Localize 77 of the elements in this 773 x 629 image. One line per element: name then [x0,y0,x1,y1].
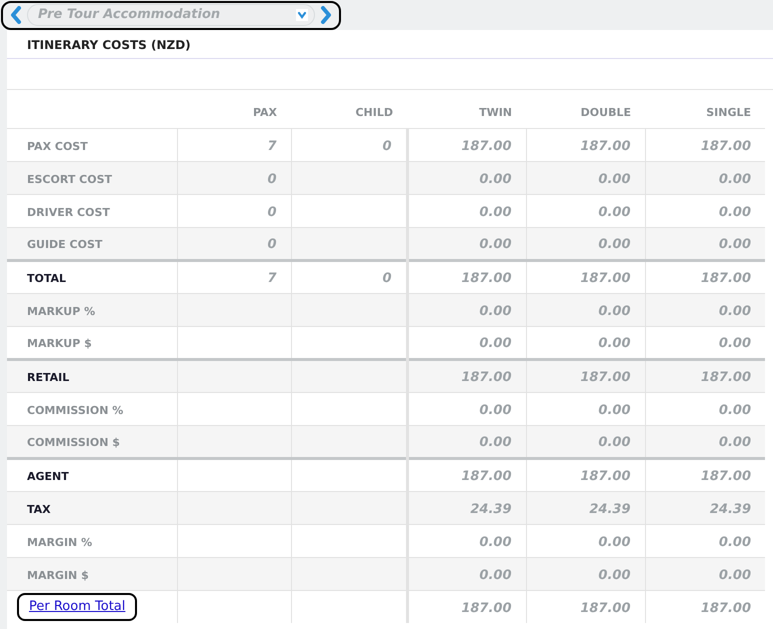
value-cell: 0.00 [598,568,630,582]
row-label: MARGIN $ [27,568,89,582]
section-title: ITINERARY COSTS (NZD) [27,37,191,54]
row-label: GUIDE COST [27,238,102,251]
row-label: PAX COST [27,140,88,152]
value-cell: 0 [267,204,276,220]
value-cell: 0.00 [718,534,751,550]
value-cell: 187.00 [700,138,751,154]
value-cell: 0.00 [718,304,751,318]
per-room-total-link[interactable]: Per Room Total [17,593,138,620]
row-label: MARKUP $ [27,337,92,350]
value-cell: 187.00 [461,600,512,616]
value-cell: 187.00 [461,138,512,154]
value-cell: 0.00 [479,534,512,550]
value-cell: 24.39 [470,502,512,516]
value-cell: 0.00 [718,336,751,351]
value-cell: 24.39 [710,502,751,516]
value-cell: 7 [267,138,276,154]
row-label: COMMISSION % [27,404,124,416]
value-cell: 0.00 [718,568,751,582]
row-label: TAX [27,502,51,516]
value-cell: 24.39 [589,502,630,516]
value-cell: 0 [382,271,392,286]
value-cell: 0.00 [479,336,512,351]
value-cell: 0.00 [718,172,751,186]
value-cell: 187.00 [580,370,630,385]
row-label: MARGIN % [27,536,92,548]
value-cell: 187.00 [700,271,751,286]
value-cell: 0.00 [598,402,630,418]
value-cell: 0.00 [718,237,751,252]
value-cell: 0.00 [598,336,630,351]
chevron-left-icon[interactable] [9,6,23,24]
row-label: DRIVER COST [27,206,110,218]
value-cell: 0.00 [598,534,630,550]
column-header: DOUBLE [580,106,631,119]
dropdown-value: Pre Tour Accommodation [38,6,222,24]
value-cell: 0.00 [479,402,512,418]
value-cell: 7 [267,271,276,286]
chevron-down-icon [296,9,308,21]
row-label: ESCORT COST [27,172,112,186]
row-label: RETAIL [27,371,70,384]
chevron-right-icon[interactable] [319,6,333,24]
column-header: PAX [252,106,277,119]
value-cell: 0.00 [479,435,512,450]
value-cell: 0.00 [479,172,512,186]
value-cell: 187.00 [461,469,512,484]
value-cell: 187.00 [461,370,512,385]
value-cell: 0.00 [598,304,630,318]
row-label: AGENT [27,470,69,483]
value-cell: 0.00 [598,435,630,450]
value-cell: 0.00 [598,172,630,186]
value-cell: 0 [382,138,392,154]
value-cell: 187.00 [700,469,751,484]
value-cell: 0.00 [598,204,630,220]
value-cell: 187.00 [700,370,751,385]
value-cell: 0 [267,172,276,186]
value-cell: 187.00 [580,271,630,286]
value-cell: 0.00 [718,435,751,450]
row-label: COMMISSION $ [27,436,120,449]
value-cell: 0.00 [479,237,512,252]
column-header: SINGLE [706,106,751,119]
value-cell: 187.00 [461,271,512,286]
value-cell: 187.00 [580,600,630,616]
value-cell: 0.00 [718,204,751,220]
column-header: TWIN [479,106,512,119]
row-label: MARKUP % [27,304,96,318]
value-cell: 0.00 [479,304,512,318]
value-cell: 0.00 [479,568,512,582]
value-cell: 187.00 [580,469,630,484]
column-header: CHILD [355,106,393,119]
value-cell: 0.00 [479,204,512,220]
row-label: TOTAL [27,272,66,285]
value-cell: 0.00 [718,402,751,418]
value-cell: 187.00 [700,600,751,616]
value-cell: 187.00 [580,138,630,154]
value-cell: 0 [267,237,276,252]
value-cell: 0.00 [598,237,630,252]
